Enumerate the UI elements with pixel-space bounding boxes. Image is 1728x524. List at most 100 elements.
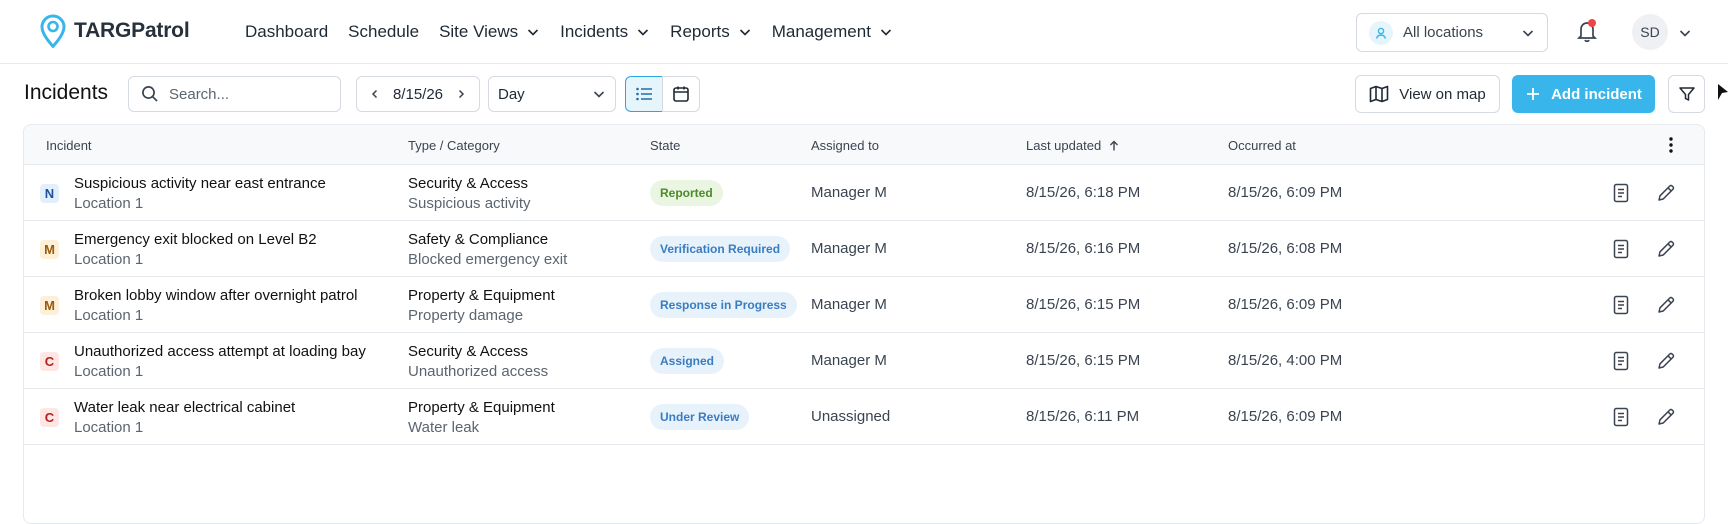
- occurred-at: 8/15/26, 6:09 PM: [1228, 296, 1343, 313]
- top-bar: TARGPatrol Dashboard Schedule Site Views In…: [0, 0, 1728, 64]
- occurred-at: 8/15/26, 6:09 PM: [1228, 184, 1343, 201]
- incident-category: Water leak: [408, 419, 480, 436]
- current-date[interactable]: 8/15/26: [393, 86, 443, 103]
- edit-pencil-icon[interactable]: [1656, 351, 1676, 371]
- assigned-to: Manager M: [811, 184, 887, 201]
- sort-ascending-icon: [1110, 140, 1119, 150]
- incident-category: Unauthorized access: [408, 363, 549, 380]
- nav-item-schedule[interactable]: Schedule: [348, 22, 419, 42]
- incident-title[interactable]: Emergency exit blocked on Level B2: [74, 231, 317, 248]
- state-badge: Response in Progress: [650, 292, 797, 318]
- chevron-down-icon: [593, 91, 605, 98]
- report-icon[interactable]: [1612, 239, 1630, 259]
- incident-title[interactable]: Suspicious activity near east entrance: [74, 175, 326, 192]
- search-input[interactable]: [169, 85, 319, 103]
- range-select[interactable]: Day: [488, 76, 616, 112]
- app-logo[interactable]: TARGPatrol: [40, 14, 190, 48]
- priority-badge: N: [40, 184, 59, 203]
- report-icon[interactable]: [1612, 295, 1630, 315]
- calendar-view-toggle[interactable]: [662, 76, 700, 112]
- filter-button[interactable]: [1668, 75, 1705, 113]
- chevron-down-icon[interactable]: [1678, 26, 1692, 40]
- table-row[interactable]: M Broken lobby window after overnight pat…: [24, 277, 1704, 333]
- notification-dot: [1588, 19, 1596, 27]
- location-selector-label: All locations: [1403, 24, 1484, 41]
- table-row[interactable]: N Suspicious activity near east entrance L…: [24, 165, 1704, 221]
- assigned-to: Manager M: [811, 352, 887, 369]
- chevron-left-icon[interactable]: [369, 88, 381, 100]
- column-header-incident[interactable]: Incident: [46, 138, 92, 153]
- chevron-down-icon: [1522, 29, 1534, 37]
- column-header-type[interactable]: Type / Category: [408, 138, 500, 153]
- report-icon[interactable]: [1612, 183, 1630, 203]
- list-view-toggle[interactable]: [625, 76, 663, 112]
- chevron-down-icon: [638, 29, 649, 36]
- assigned-to: Manager M: [811, 240, 887, 257]
- location-pin-logo-icon: [40, 14, 66, 48]
- nav-item-site-views[interactable]: Site Views: [439, 22, 540, 42]
- calendar-icon: [673, 86, 689, 102]
- incident-type: Security & Access: [408, 343, 529, 360]
- view-on-map-label: View on map: [1399, 85, 1486, 103]
- table-body: N Suspicious activity near east entrance L…: [24, 165, 1704, 445]
- incident-type: Property & Equipment: [408, 399, 555, 416]
- nav-item-label: Dashboard: [245, 22, 329, 41]
- column-header-state[interactable]: State: [650, 138, 680, 153]
- column-header-occurred[interactable]: Occurred at: [1228, 138, 1296, 153]
- nav-item-label: Schedule: [348, 22, 420, 41]
- report-icon[interactable]: [1612, 351, 1630, 371]
- range-select-value: Day: [498, 85, 525, 103]
- edit-pencil-icon[interactable]: [1656, 183, 1676, 203]
- incident-category: Blocked emergency exit: [408, 251, 568, 268]
- nav-item-management[interactable]: Management: [772, 22, 893, 42]
- mouse-pointer-icon: [1718, 84, 1728, 100]
- state-badge: Verification Required: [650, 236, 791, 262]
- table-header: Incident Type / Category State Assigned …: [24, 125, 1704, 165]
- edit-pencil-icon[interactable]: [1656, 407, 1676, 427]
- table-row[interactable]: C Unauthorized access attempt at loading …: [24, 333, 1704, 389]
- incident-category: Property damage: [408, 307, 524, 324]
- incident-title[interactable]: Broken lobby window after overnight patr…: [74, 287, 358, 304]
- last-updated: 8/15/26, 6:16 PM: [1026, 240, 1141, 257]
- main-nav: Dashboard Schedule Site Views Incidents Repo…: [245, 0, 913, 64]
- incidents-toolbar: Incidents 8/15/26 Day View on map Add in…: [0, 75, 1728, 113]
- add-incident-label: Add incident: [1551, 85, 1642, 103]
- view-on-map-button[interactable]: View on map: [1355, 75, 1500, 113]
- search-box[interactable]: [128, 76, 341, 112]
- state-badge: Under Review: [650, 404, 750, 430]
- nav-item-dashboard[interactable]: Dashboard: [245, 22, 328, 42]
- chevron-right-icon[interactable]: [455, 88, 467, 100]
- last-updated: 8/15/26, 6:15 PM: [1026, 352, 1141, 369]
- incident-location: Location 1: [74, 363, 144, 380]
- more-vertical-icon[interactable]: [1668, 136, 1674, 154]
- column-header-assigned[interactable]: Assigned to: [811, 138, 879, 153]
- incident-type: Safety & Compliance: [408, 231, 549, 248]
- incident-title[interactable]: Water leak near electrical cabinet: [74, 399, 295, 416]
- priority-badge: M: [40, 296, 59, 315]
- occurred-at: 8/15/26, 6:08 PM: [1228, 240, 1343, 257]
- column-header-last-updated[interactable]: Last updated: [1026, 138, 1120, 153]
- table-row[interactable]: M Emergency exit blocked on Level B2 Locat…: [24, 221, 1704, 277]
- report-icon[interactable]: [1612, 407, 1630, 427]
- nav-item-label: Site Views: [439, 22, 519, 41]
- table-row[interactable]: C Water leak near electrical cabinet Locat…: [24, 389, 1704, 445]
- edit-pencil-icon[interactable]: [1656, 239, 1676, 259]
- incident-location: Location 1: [74, 251, 144, 268]
- nav-item-label: Management: [771, 22, 871, 41]
- assigned-to: Manager M: [811, 296, 887, 313]
- last-updated: 8/15/26, 6:15 PM: [1026, 296, 1141, 313]
- incident-title[interactable]: Unauthorized access attempt at loading b…: [74, 343, 366, 360]
- incident-category: Suspicious activity: [408, 195, 531, 212]
- nav-item-label: Reports: [670, 22, 730, 41]
- nav-item-reports[interactable]: Reports: [670, 22, 752, 42]
- plus-icon: [1527, 88, 1540, 100]
- location-user-icon: [1369, 20, 1393, 45]
- location-selector[interactable]: All locations: [1356, 13, 1548, 52]
- priority-badge: M: [40, 240, 59, 259]
- incident-location: Location 1: [74, 195, 144, 212]
- add-incident-button[interactable]: Add incident: [1512, 75, 1655, 113]
- edit-pencil-icon[interactable]: [1656, 295, 1676, 315]
- nav-item-incidents[interactable]: Incidents: [560, 22, 650, 42]
- list-icon: [636, 87, 652, 101]
- user-avatar[interactable]: SD: [1632, 14, 1668, 50]
